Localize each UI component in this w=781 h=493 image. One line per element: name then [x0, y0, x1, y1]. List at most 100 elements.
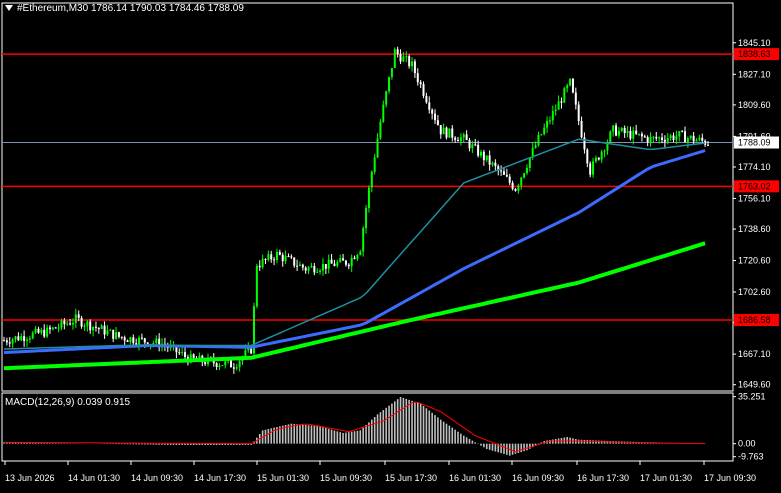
candle-body — [92, 326, 95, 331]
macd-y-tick-label: 35.251 — [738, 392, 766, 402]
trading-chart[interactable]: 1845.10 1827.10 1809.60 1791.60 1774.10 1756.… — [0, 0, 781, 489]
y-tick-label: 1702.60 — [738, 287, 771, 297]
candle-body — [390, 67, 393, 78]
symbol-header: #Ethereum,M30 1786.14 1790.03 1784.46 17… — [5, 3, 244, 14]
candle-body — [652, 136, 655, 138]
current-price-label: 1788.09 — [738, 138, 771, 148]
candle-body — [457, 139, 460, 142]
candle-body — [347, 264, 350, 267]
candle-body — [632, 130, 635, 139]
x-tick-label: 15 Jun 01:30 — [257, 473, 309, 483]
candle-body — [603, 150, 606, 152]
candle-body — [152, 343, 155, 345]
candle-body — [83, 325, 86, 327]
candle-body — [46, 327, 49, 337]
candle-body — [126, 340, 129, 342]
macd-y-tick-label: 0.00 — [738, 439, 756, 449]
candle-body — [20, 336, 23, 341]
candle-body — [396, 49, 399, 55]
x-tick-label: 14 Jun 17:30 — [194, 473, 246, 483]
candle-body — [264, 259, 267, 261]
candle-body — [296, 265, 299, 267]
candle-body — [571, 78, 574, 93]
candle-body — [416, 73, 419, 83]
candle-body — [646, 137, 649, 143]
candle-body — [669, 135, 672, 139]
candle-body — [485, 155, 488, 161]
candle-body — [184, 352, 187, 357]
candle-body — [71, 322, 74, 325]
candle-body — [672, 135, 675, 140]
candle-body — [353, 257, 356, 259]
candle-body — [178, 352, 181, 354]
candle-body — [37, 328, 40, 333]
candle-body — [548, 120, 551, 122]
candle-body — [477, 144, 480, 156]
candle-body — [436, 120, 439, 126]
candle-body — [281, 254, 284, 262]
level-label: 1686.58 — [738, 315, 771, 325]
candle-body — [218, 365, 221, 368]
close-value: 1788.09 — [207, 3, 244, 14]
candle-body — [132, 337, 135, 344]
candle-body — [411, 61, 414, 67]
candle-body — [474, 144, 477, 146]
candle-body — [224, 361, 227, 366]
candle-body — [551, 111, 554, 121]
candle-body — [393, 49, 396, 68]
macd-signal-value: 0.915 — [105, 397, 131, 408]
candle-body — [465, 134, 468, 141]
candle-body — [69, 323, 72, 325]
candle-body — [350, 257, 353, 267]
candle-body — [100, 325, 103, 329]
candle-body — [675, 136, 678, 140]
candle-body — [448, 128, 451, 138]
candle-body — [66, 323, 69, 325]
y-tick-label: 1649.60 — [738, 380, 771, 390]
candle-body — [115, 332, 118, 339]
x-tick-label: 17 Jun 01:30 — [640, 473, 692, 483]
candle-body — [51, 327, 54, 330]
candle-body — [612, 125, 615, 132]
candle-body — [623, 128, 626, 134]
candle-body — [597, 157, 600, 160]
candle-body — [313, 265, 316, 273]
candle-body — [609, 131, 612, 142]
candle-body — [301, 264, 304, 268]
y-tick-label: 1720.60 — [738, 256, 771, 266]
candle-body — [376, 138, 379, 158]
macd-label: MACD(12,26,9) — [5, 397, 75, 408]
candle-body — [34, 328, 37, 333]
candle-body — [284, 256, 287, 262]
chart-canvas[interactable]: 1845.101827.101809.601791.601774.101756.… — [0, 0, 781, 489]
candle-body — [63, 320, 66, 325]
candle-body — [540, 134, 543, 136]
candle-body — [316, 271, 319, 273]
candle-body — [640, 133, 643, 137]
open-value: 1786.14 — [90, 3, 128, 14]
candle-body — [275, 252, 278, 261]
candle-body — [574, 92, 577, 105]
candle-body — [402, 56, 405, 62]
candle-body — [594, 157, 597, 162]
dropdown-triangle-icon[interactable] — [5, 5, 13, 12]
candle-body — [649, 136, 652, 143]
candle-body — [468, 140, 471, 149]
candle-body — [138, 337, 141, 345]
candle-body — [482, 151, 485, 161]
candle-body — [17, 336, 20, 341]
symbol-label: #Ethereum,M30 — [17, 3, 89, 14]
candle-body — [537, 134, 540, 146]
candle-body — [89, 321, 92, 331]
candle-body — [528, 157, 531, 168]
candle-body — [379, 121, 382, 139]
candle-body — [310, 265, 313, 268]
x-tick-label: 14 Jun 01:30 — [68, 473, 120, 483]
candle-body — [557, 101, 560, 110]
candle-body — [689, 135, 692, 139]
candle-body — [255, 265, 258, 307]
candle-body — [230, 359, 233, 368]
candle-body — [459, 137, 462, 142]
candle-body — [370, 171, 373, 188]
candle-body — [638, 133, 641, 135]
